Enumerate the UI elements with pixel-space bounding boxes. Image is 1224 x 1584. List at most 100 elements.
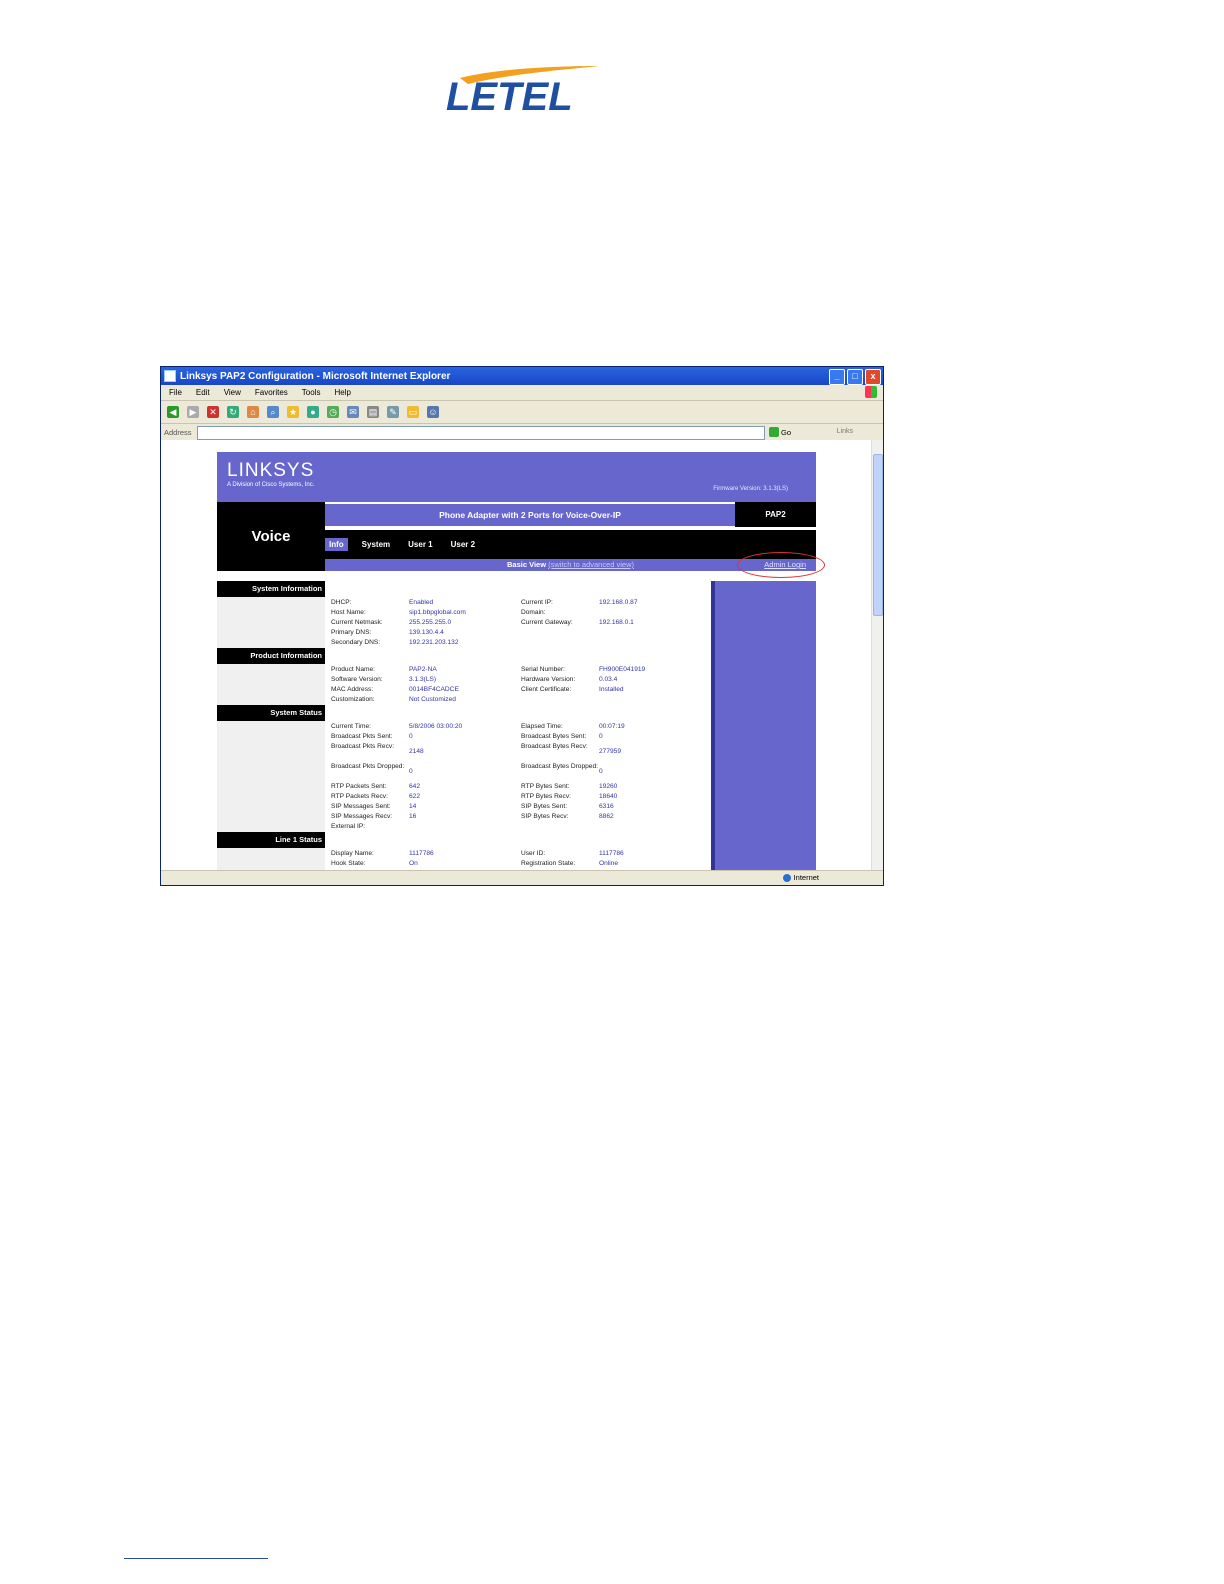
scrollbar-thumb[interactable] [873,454,883,616]
field-value: 0.03.4 [599,676,618,683]
linksys-page: LINKSYS A Division of Cisco Systems, Inc… [217,452,825,870]
table-row: Current Netmask: 255.255.255.0 Current Gat… [331,618,711,628]
forward-icon[interactable]: ▶ [187,406,199,418]
table-row: RTP Packets Sent: 642 RTP Bytes Sent: 19260 [331,782,711,792]
field-label: Secondary DNS: [331,639,381,646]
field-value: 642 [409,783,421,790]
history-icon[interactable]: ◷ [327,406,339,418]
field-label: Primary DNS: [331,629,372,636]
menu-favorites[interactable]: Favorites [255,388,288,397]
field-value: 5/8/2006 03:00:20 [409,723,463,730]
basic-view-label: Basic View [506,560,547,569]
table-row: Display Name: 1117786 User ID: 1117786 [331,849,711,859]
svg-text:LETEL: LETEL [446,75,573,119]
tab-user-2[interactable]: User 2 [447,538,479,551]
field-value: 1117786 [599,850,624,857]
mail-icon[interactable]: ✉ [347,406,359,418]
field-value: 0 [599,768,603,775]
field-label: Serial Number: [521,666,565,673]
search-icon[interactable]: ⌕ [267,406,279,418]
table-row: MAC Address: 0014BF4CADCE Client Certifica… [331,685,711,695]
line-1-status-table: Display Name: 1117786 User ID: 1117786 Hook … [331,849,711,869]
field-label: Hook State: [331,860,366,867]
field-value: Online [599,860,619,867]
address-label: Address [164,428,192,437]
close-button[interactable]: x [865,369,881,385]
table-row: External IP: [331,822,711,832]
system-status-table: Current Time: 5/8/2006 03:00:20 Elapsed Ti… [331,722,711,832]
media-icon[interactable]: ● [307,406,319,418]
field-label: Client Certificate: [521,686,572,693]
title-bar: Linksys PAP2 Configuration - Microsoft I… [161,367,883,385]
left-column [217,581,325,870]
refresh-icon[interactable]: ↻ [227,406,239,418]
table-row: Broadcast Pkts Sent: 0 Broadcast Bytes Sen… [331,732,711,742]
table-row: RTP Packets Recv: 622 RTP Bytes Recv: 18640 [331,792,711,802]
window-title: Linksys PAP2 Configuration - Microsoft I… [180,370,451,382]
table-row: Current Time: 5/8/2006 03:00:20 Elapsed Ti… [331,722,711,732]
field-value: 18640 [599,793,618,800]
field-value: 255.255.255.0 [409,619,452,626]
zone-label: Internet [793,873,819,882]
system-info-table: DHCP: Enabled Current IP: 192.168.0.87 Host … [331,598,711,648]
edit-icon[interactable]: ✎ [387,406,399,418]
section-line-1-status: Line 1 Status [217,832,325,848]
ie-icon [164,370,176,382]
field-value: 192.168.0.1 [599,619,634,626]
field-label: SIP Bytes Recv: [521,813,569,820]
links-button[interactable]: Links [837,428,853,435]
field-label: Hardware Version: [521,676,576,683]
tab-user-1[interactable]: User 1 [404,538,436,551]
field-value: 16 [409,813,417,820]
minimize-button[interactable]: _ [829,369,845,385]
discuss-icon[interactable]: ▭ [407,406,419,418]
field-value: 1117786 [409,850,434,857]
firmware-version: Firmware Version: 3.1.3(LS) [713,486,788,492]
field-value: sip1.bbpglobal.com [409,609,466,616]
field-label: Broadcast Bytes Recv: [521,743,588,750]
table-row: Host Name: sip1.bbpglobal.com Domain: [331,608,711,618]
menu-help[interactable]: Help [334,388,350,397]
field-value: 139.130.4.4 [409,629,444,636]
field-value: FH900E041919 [599,666,646,673]
product-info-table: Product Name: PAP2-NA Serial Number: FH900E… [331,665,711,705]
field-label: SIP Bytes Sent: [521,803,568,810]
field-label: Broadcast Pkts Sent: [331,733,393,740]
print-icon[interactable]: ▤ [367,406,379,418]
field-value: 00:07:19 [599,723,625,730]
go-button[interactable]: Go [768,427,791,437]
menu-tools[interactable]: Tools [302,388,321,397]
maximize-button[interactable]: □ [847,369,863,385]
field-label: Current Netmask: [331,619,383,626]
back-icon[interactable]: ◀ [167,406,179,418]
favorites-icon[interactable]: ★ [287,406,299,418]
advanced-view-link[interactable]: (switch to advanced view) [548,560,634,569]
field-value: 0014BF4CADCE [409,686,459,693]
field-value: 19260 [599,783,618,790]
field-label: DHCP: [331,599,352,606]
toolbar: ◀ ▶ ✕ ↻ ⌂ ⌕ ★ ● ◷ ✉ ▤ ✎ ▭ ☺ [161,401,883,424]
menu-edit[interactable]: Edit [196,388,210,397]
field-label: RTP Packets Recv: [331,793,388,800]
field-label: Domain: [521,609,546,616]
vertical-scrollbar[interactable] [871,440,883,870]
field-label: RTP Packets Sent: [331,783,387,790]
field-label: Current Gateway: [521,619,573,626]
home-icon[interactable]: ⌂ [247,406,259,418]
table-row: DHCP: Enabled Current IP: 192.168.0.87 [331,598,711,608]
field-value: 622 [409,793,421,800]
stop-icon[interactable]: ✕ [207,406,219,418]
tab-system[interactable]: System [358,538,394,551]
tab-info[interactable]: Info [325,538,348,551]
section-product-information: Product Information [217,648,325,664]
field-value: 0 [409,733,413,740]
section-system-status: System Status [217,705,325,721]
menu-file[interactable]: File [169,388,182,397]
highlight-circle [737,552,825,578]
address-input[interactable] [197,426,765,440]
browser-window: Linksys PAP2 Configuration - Microsoft I… [160,366,884,886]
product-title: Phone Adapter with 2 Ports for Voice-Ove… [325,504,735,526]
messenger-icon[interactable]: ☺ [427,406,439,418]
menu-view[interactable]: View [224,388,241,397]
field-value: Enabled [409,599,434,606]
